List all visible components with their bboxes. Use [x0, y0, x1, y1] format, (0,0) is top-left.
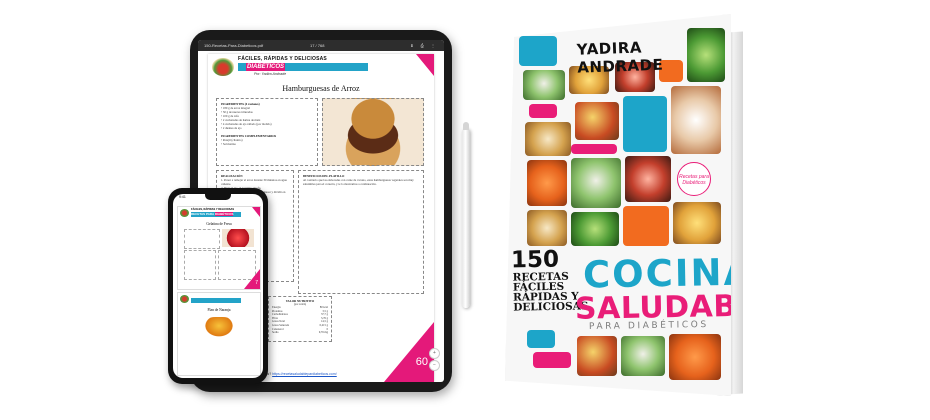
pdf-toolbar: 150-Recetas-Para-Diabeticos.pdf 17 / 768…: [198, 40, 444, 51]
recipe-logo-icon: [212, 58, 234, 76]
benefits-text: Al contrario que las elaboradas con carn…: [303, 178, 414, 186]
color-tile: [533, 352, 571, 368]
food-photo-tile: [673, 202, 721, 244]
book-logo-badge: Recetas para Diabéticos: [677, 162, 711, 196]
header-tagline: FÁCILES, RÁPIDAS Y DELICIOSAS: [238, 56, 327, 62]
food-photo-tile: [621, 336, 665, 376]
page-corner-decoration: [244, 269, 260, 289]
food-photo-tile: [571, 212, 619, 246]
complementary-item: Sal marina: [222, 142, 236, 146]
ingredient-item: 2 dientes de ajo: [222, 126, 242, 130]
phone-status-time: 9:41: [179, 195, 186, 199]
phone-title-band: RECETAS PARA DIABÉTICOS: [191, 212, 241, 217]
food-photo-tile: [671, 86, 721, 154]
food-photo-tile: [625, 156, 671, 202]
phone-device: 9:41 FÁCILES, RÁPIDAS Y DELICIOSAS RECET…: [168, 188, 268, 384]
color-tile: [571, 144, 617, 154]
food-photo-tile: [525, 122, 571, 156]
book-recipe-count: 150: [510, 246, 560, 274]
recipe-logo-icon: [180, 295, 189, 303]
nutrition-box: VALOR NUTRITIVO (por ración) Energía 80 k…: [268, 296, 332, 342]
food-photo-tile: [523, 70, 565, 100]
phone-page-number: 7: [255, 280, 258, 286]
pdf-file-name: 150-Recetas-Para-Diabeticos.pdf: [204, 43, 264, 48]
header-title-highlight: DIABÉTICOS: [246, 63, 286, 71]
color-tile: [519, 36, 557, 66]
phone-title-highlight: DIABÉTICOS: [214, 212, 234, 216]
phone-header-tagline: FÁCILES, RÁPIDAS Y DELICIOSAS: [191, 208, 235, 211]
nutrition-label: Sodio: [272, 331, 279, 335]
color-tile: [527, 330, 555, 348]
phone-screen: 9:41 FÁCILES, RÁPIDAS Y DELICIOSAS RECET…: [173, 194, 263, 378]
page-number: 60: [415, 356, 428, 368]
phone-ingredients-box: [184, 229, 220, 249]
color-tile: [623, 96, 667, 152]
food-photo-tile: [527, 160, 567, 206]
book-title-para-diabeticos: PARA DIABÉTICOS: [588, 319, 709, 333]
phone-title-main: RECETAS PARA: [191, 212, 215, 216]
ingredients-list: INGREDIENTES (4 raciones) • 180 g de arr…: [221, 102, 277, 146]
recipe-logo-icon: [180, 209, 189, 217]
recipe-title: Hamburguesas de Arroz: [282, 84, 360, 93]
benefits-box: BENEFICIOS DEL PLATILLO Al contrario que…: [298, 170, 424, 294]
phone-page-1: FÁCILES, RÁPIDAS Y DELICIOSAS RECETAS PA…: [177, 206, 261, 290]
color-tile: [623, 206, 669, 246]
page-corner-decoration: [384, 322, 434, 382]
page-corner-decoration: [252, 207, 260, 217]
footer-link[interactable]: https://recetasaludablepardiabeticos.com…: [272, 372, 337, 376]
phone-notch: [205, 194, 231, 200]
phone-title-band: [191, 298, 241, 303]
pdf-toolbar-icons[interactable]: ⬇ ⎙ ⋮: [410, 40, 438, 51]
food-photo-tile: [577, 336, 617, 376]
nutrition-row: Sodio 9,76 mg: [272, 331, 328, 335]
phone-page-2: Flan de Naranja: [177, 292, 261, 376]
food-photo-tile: [527, 210, 567, 246]
nutrition-value: 9,76 mg: [318, 331, 328, 335]
header-title-band: RECETAS PARA DIABÉTICOS: [238, 63, 368, 78]
preparation-step: Poner a remojar el arroz durante 30 minu…: [221, 178, 287, 186]
stylus-pen: [462, 122, 470, 308]
phone-recipe-title: Gelatina de Fresa: [206, 222, 232, 226]
food-photo-tile: [571, 158, 621, 208]
book-cover: Recetas para Diabéticos YADIRA ANDRADE 1…: [505, 14, 731, 396]
burger-photo: [322, 98, 424, 166]
zoom-out-button[interactable]: −: [429, 360, 440, 371]
phone-second-recipe-title: Flan de Naranja: [207, 308, 231, 312]
flan-photo: [202, 317, 236, 339]
jelly-photo: [222, 229, 254, 247]
header-author: Por: Yadira Andrade: [254, 72, 287, 76]
book-author: YADIRA ANDRADE: [576, 38, 664, 77]
zoom-in-button[interactable]: +: [429, 348, 440, 359]
pdf-page-indicator: 17 / 768: [310, 43, 325, 48]
food-photo-tile: [575, 102, 619, 140]
cookbook: Recetas para Diabéticos YADIRA ANDRADE 1…: [505, 14, 743, 396]
food-photo-tile: [669, 334, 721, 380]
color-tile: [529, 104, 557, 118]
benefits-text-block: BENEFICIOS DEL PLATILLO Al contrario que…: [303, 174, 419, 186]
page-corner-decoration: [416, 54, 434, 76]
phone-preparation-box: [184, 250, 216, 280]
stylus-tip: [463, 122, 469, 130]
ingredients-box: INGREDIENTES (4 raciones) • 180 g de arr…: [216, 98, 318, 166]
